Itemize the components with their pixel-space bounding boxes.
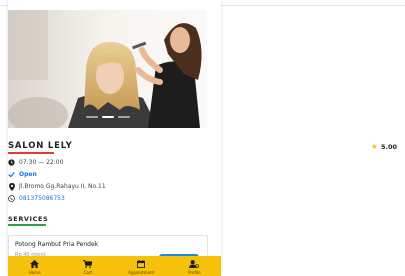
calendar-icon [136,260,146,268]
nav-item-home[interactable]: Home [9,256,61,276]
phone-link[interactable]: 081375086753 [19,195,65,202]
carousel-indicators [8,116,207,118]
carousel-dot[interactable] [85,116,98,118]
phone-row[interactable]: 081375086753 [8,195,65,202]
nav-item-profile[interactable]: Profile [168,256,220,276]
cart-icon [83,260,93,268]
salon-name: SALON LELY [8,141,73,151]
nav-item-cart[interactable]: Cart [62,256,114,276]
carousel-dot-active[interactable] [101,116,114,118]
bottom-navigation: Home Cart Appointment Profile [8,256,221,276]
nav-item-appointment[interactable]: Appointment [115,256,167,276]
hours-row: 07:30 — 22:00 [8,159,63,166]
salon-hero-carousel[interactable] [8,10,207,128]
address-row: Jl.Bromo Gg.Rahayu II, No.11 [8,182,106,191]
nav-label-home: Home [28,270,41,275]
open-status: Open [19,171,37,178]
salon-address: Jl.Bromo Gg.Rahayu II, No.11 [19,183,106,190]
check-icon [8,171,15,178]
nav-label-cart: Cart [83,270,93,275]
service-name: Potong Rambut Pria Pendek [15,241,99,248]
home-icon [30,260,40,268]
rating-value: 5.00 [380,143,397,151]
carousel-dot[interactable] [117,116,130,118]
whatsapp-icon [8,195,15,202]
opening-hours: 07:30 — 22:00 [19,159,64,166]
hero-photo [8,10,207,128]
user-settings-icon [189,260,200,268]
star-icon: ★ [370,142,378,151]
services-heading: SERVICES [8,215,49,223]
services-underline [8,224,46,226]
status-row: Open [8,171,37,178]
nav-label-appointment: Appointment [128,270,155,275]
nav-label-profile: Profile [188,270,201,275]
clock-icon [8,159,15,166]
salon-name-underline [8,152,54,154]
salon-rating: ★ 5.00 [370,142,397,152]
location-pin-icon [8,182,15,191]
